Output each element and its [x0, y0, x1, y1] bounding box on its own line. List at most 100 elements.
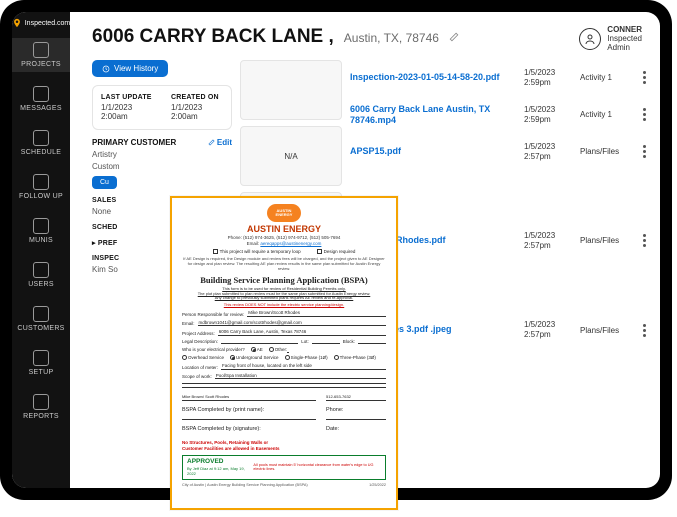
bspa-sub3: Any change to previously submitted plans…: [215, 295, 354, 300]
sidebar-item-label: SETUP: [29, 369, 54, 376]
view-history-button[interactable]: View History: [92, 60, 168, 77]
addr-label: Project Address:: [182, 331, 215, 336]
doc-email-label: Email:: [247, 241, 260, 246]
file-date: 1/5/20232:57pm: [524, 142, 572, 161]
file-category: Plans/Files: [580, 236, 630, 245]
radio-other-label: Other:: [275, 347, 288, 352]
doc-org-title: AUSTIN ENERGY: [182, 224, 386, 234]
followup-icon: [33, 174, 49, 190]
easement-note: No Structures, Pools, Retaining Walls or…: [182, 440, 386, 451]
doc-footer-left: City of Austin | Austin Energy Building …: [182, 483, 308, 487]
kebab-menu[interactable]: [638, 145, 650, 158]
edit-title-icon[interactable]: [449, 32, 459, 42]
last-update-value: 1/1/2023 2:00am: [101, 103, 153, 121]
kebab-menu[interactable]: [638, 71, 650, 84]
document-preview-overlay[interactable]: AUSTINENERGY AUSTIN ENERGY Phone: (512) …: [170, 196, 398, 510]
sidebar-item-customers[interactable]: CUSTOMERS: [12, 302, 70, 336]
sidebar-item-messages[interactable]: MESSAGES: [12, 82, 70, 116]
file-category: Activity 1: [580, 110, 630, 119]
email-value: mdbrown1041@gmail.com/scottrhodes@gmail.…: [198, 320, 386, 327]
other-provider-value: [287, 347, 289, 353]
sidebar-item-setup[interactable]: SETUP: [12, 346, 70, 380]
meter-value: Facing front of house, located on the le…: [221, 363, 386, 370]
sidebar-item-schedule[interactable]: SCHEDULE: [12, 126, 70, 160]
sidebar-item-label: USERS: [28, 281, 54, 288]
sidebar-item-munis[interactable]: MUNIS: [12, 214, 70, 248]
austin-energy-logo: AUSTINENERGY: [267, 204, 301, 222]
projects-icon: [33, 42, 49, 58]
sidebar-item-label: CUSTOMERS: [17, 325, 64, 332]
clock-icon: [102, 65, 110, 73]
radio-overhead[interactable]: [182, 355, 187, 360]
bspa-title: Building Service Planning Application (B…: [182, 275, 386, 285]
avatar-icon: [579, 28, 601, 50]
user-text: CONNER Inspected Admin: [607, 26, 642, 52]
legal-label: Legal Description:: [182, 339, 218, 344]
created-value: 1/1/2023 2:00am: [171, 103, 223, 121]
scope-label: Scope of work:: [182, 374, 212, 379]
user-badge[interactable]: CONNER Inspected Admin: [579, 26, 642, 52]
radio-ae[interactable]: [251, 347, 256, 352]
kebab-menu[interactable]: [638, 324, 650, 337]
sig-phone-line: 512-653-7632: [326, 400, 386, 407]
file-name[interactable]: APSP15.pdf: [350, 146, 516, 157]
doc-phone: Phone: (512) 974-3625, (512) 974-9712, (…: [182, 235, 386, 240]
sidebar-item-users[interactable]: USERS: [12, 258, 70, 292]
pencil-icon: [208, 139, 215, 146]
kebab-menu[interactable]: [638, 234, 650, 247]
doc-footer-right: 1/25/2022: [369, 483, 386, 487]
primary-customer-label: PRIMARY CUSTOMER: [92, 138, 176, 147]
radio-three-phase[interactable]: [334, 355, 339, 360]
thumbnail-1[interactable]: [240, 60, 342, 120]
sidebar: Inspected.com PROJECTS MESSAGES SCHEDULE…: [12, 12, 70, 488]
brand-label: Inspected.com: [25, 20, 71, 27]
chk-temp-loop-label: This project will require a temporary lo…: [220, 249, 301, 254]
radio-underground[interactable]: [230, 355, 235, 360]
file-row: APSP15.pdf 1/5/20232:57pm Plans/Files: [350, 134, 650, 169]
sidebar-item-reports[interactable]: REPORTS: [12, 390, 70, 424]
legal-value: [221, 342, 298, 344]
radio-single-phase[interactable]: [285, 355, 290, 360]
sidebar-item-label: FOLLOW UP: [19, 193, 63, 200]
thumbnail-2[interactable]: N/A: [240, 126, 342, 186]
file-category: Plans/Files: [580, 147, 630, 156]
scope-line3: [182, 387, 386, 389]
title-wrap: 6006 CARRY BACK LANE , Austin, TX, 78746: [92, 26, 459, 48]
file-date: 1/5/20232:57pm: [524, 320, 572, 339]
sig-phone-label: Phone:: [326, 407, 343, 413]
checkbox-design-req[interactable]: [317, 249, 322, 254]
brand: Inspected.com: [12, 18, 70, 28]
dates-card: LAST UPDATE 1/1/2023 2:00am CREATED ON 1…: [92, 85, 232, 130]
chk-design-req-label: Design required: [324, 249, 356, 254]
underground-label: Underground Service: [236, 355, 279, 360]
sidebar-item-label: SCHEDULE: [21, 149, 62, 156]
sig-print-label: BSPA Completed by (print name):: [182, 407, 264, 413]
users-icon: [33, 262, 49, 278]
sidebar-item-projects[interactable]: PROJECTS: [12, 38, 70, 72]
file-row: 6006 Carry Back Lane Austin, TX 78746.mp…: [350, 96, 650, 135]
user-role2: Admin: [607, 44, 642, 53]
munis-icon: [33, 218, 49, 234]
file-category: Activity 1: [580, 73, 630, 82]
file-name[interactable]: Inspection-2023-01-05-14-58-20.pdf: [350, 72, 516, 83]
file-date: 1/5/20232:57pm: [524, 231, 572, 250]
doc-disclaimer: If AE Design is required, the Design mod…: [182, 257, 386, 271]
kebab-menu[interactable]: [638, 108, 650, 121]
file-category: Plans/Files: [580, 326, 630, 335]
view-history-label: View History: [114, 64, 158, 73]
edit-customer-link[interactable]: Edit: [208, 138, 232, 147]
radio-other[interactable]: [269, 347, 274, 352]
sidebar-item-label: PROJECTS: [21, 61, 61, 68]
page-subtitle: Austin, TX, 78746: [344, 31, 439, 45]
meter-label: Location of meter:: [182, 365, 218, 370]
customer-line1: Artistry: [92, 150, 232, 159]
doc-email-link[interactable]: aereqapps@austinenergy.com: [260, 241, 321, 246]
customer-button[interactable]: Cu: [92, 176, 117, 189]
email-label: Email:: [182, 321, 195, 326]
checkbox-temp-loop[interactable]: [213, 249, 218, 254]
file-name[interactable]: 6006 Carry Back Lane Austin, TX 78746.mp…: [350, 104, 516, 127]
single-phase-label: Single-Phase (1Ø): [291, 355, 328, 360]
sig-signature-label: BSPA Completed by (signature):: [182, 426, 261, 432]
sidebar-item-followup[interactable]: FOLLOW UP: [12, 170, 70, 204]
brand-pin-icon: [12, 18, 22, 28]
